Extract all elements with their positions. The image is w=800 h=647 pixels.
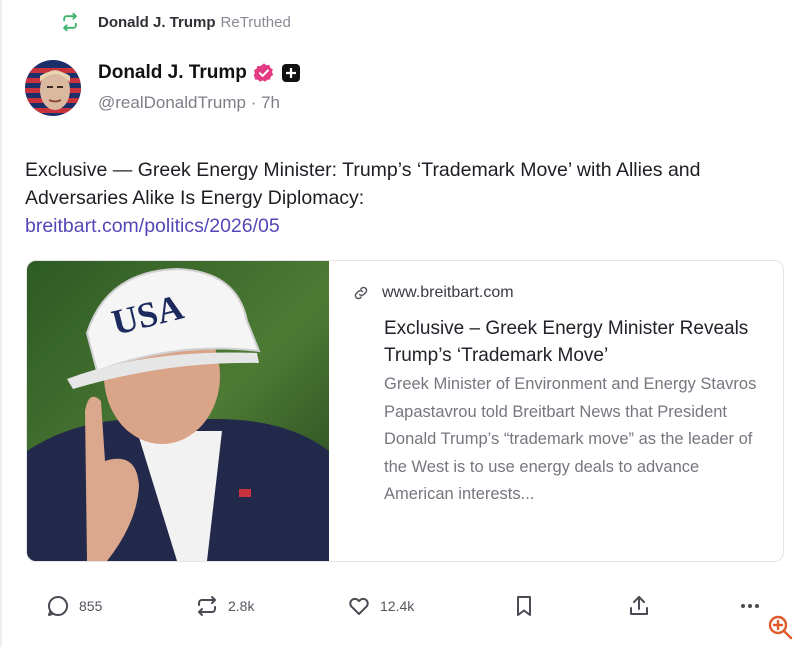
link-preview-card[interactable]: USA www.breitbart.com Exclusive – Greek …	[26, 260, 784, 562]
card-description: Greek Minister of Environment and Energy…	[384, 375, 757, 503]
card-title[interactable]: Exclusive – Greek Energy Minister Reveal…	[384, 315, 772, 369]
author-row: Donald J. Trump	[98, 60, 300, 86]
share-button[interactable]	[627, 594, 660, 618]
post-time[interactable]: 7h	[261, 93, 280, 112]
retruth-indicator[interactable]: Donald J. Trump ReTruthed	[60, 10, 291, 34]
post-body: Exclusive — Greek Energy Minister: Trump…	[25, 156, 785, 240]
share-icon	[630, 596, 648, 615]
card-image: USA	[27, 261, 329, 561]
link-icon	[354, 286, 368, 300]
verified-icon	[253, 63, 274, 82]
more-icon	[741, 604, 759, 608]
card-domain[interactable]: www.breitbart.com	[382, 284, 514, 302]
post-link[interactable]: breitbart.com/politics/2026/05	[25, 215, 280, 237]
author-handle-row: @realDonaldTrump · 7h	[98, 93, 280, 113]
zoom-icon[interactable]	[766, 613, 794, 641]
retruth-button[interactable]: 2.8k	[195, 594, 254, 618]
retruth-label: ReTruthed	[220, 13, 291, 31]
like-button[interactable]: 12.4k	[347, 594, 414, 618]
retruth-icon	[63, 12, 77, 32]
handle-separator: ·	[250, 93, 262, 112]
post-text: Exclusive — Greek Energy Minister: Trump…	[25, 159, 701, 209]
author-name[interactable]: Donald J. Trump	[98, 62, 247, 84]
bookmark-icon	[517, 596, 531, 616]
reply-count: 855	[79, 598, 103, 614]
card-domain-row[interactable]: www.breitbart.com	[352, 281, 772, 305]
like-icon	[349, 597, 369, 615]
bookmark-button[interactable]	[512, 594, 545, 618]
reply-button[interactable]: 855	[46, 594, 102, 618]
avatar[interactable]	[25, 60, 81, 116]
action-bar: 855 2.8k 12.4k	[0, 588, 800, 628]
card-body: www.breitbart.com Exclusive – Greek Ener…	[352, 281, 772, 509]
reply-icon	[47, 595, 68, 616]
author-handle[interactable]: @realDonaldTrump	[98, 93, 246, 112]
retruth-action-icon	[198, 596, 216, 616]
left-border	[0, 0, 2, 647]
like-count: 12.4k	[380, 598, 415, 614]
retruth-count: 2.8k	[228, 598, 255, 614]
retruth-user-name[interactable]: Donald J. Trump	[98, 14, 216, 31]
plus-badge-icon	[281, 64, 300, 82]
